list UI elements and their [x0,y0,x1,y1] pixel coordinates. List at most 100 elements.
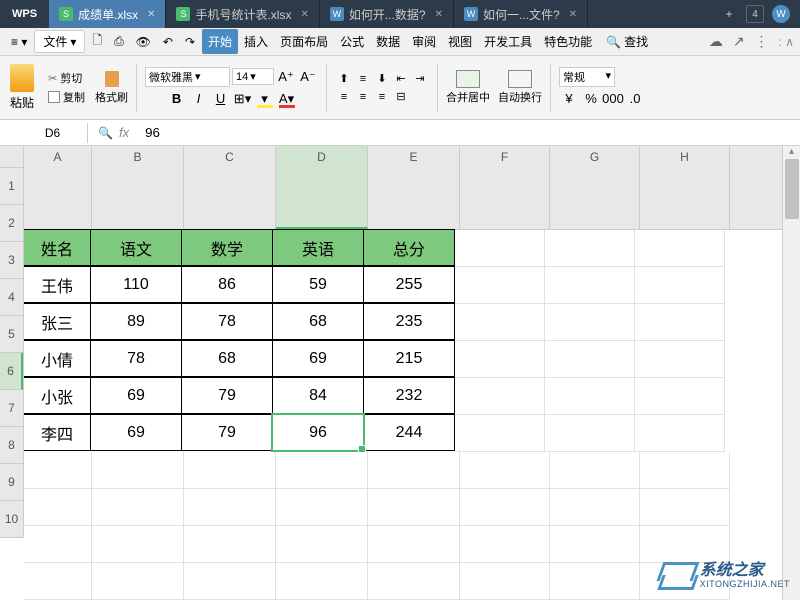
cell[interactable] [276,489,368,526]
cell[interactable]: 215 [363,340,455,377]
cell[interactable]: 语文 [90,229,182,266]
cell[interactable] [92,563,184,600]
cell[interactable]: 235 [363,303,455,340]
cell[interactable]: 86 [181,266,273,303]
document-tab[interactable]: W如何开...数据?✕ [320,0,454,28]
new-tab-button[interactable]: + [720,5,738,23]
cell[interactable] [635,378,725,415]
cell[interactable] [24,563,92,600]
print-icon[interactable]: ⎙ [109,31,129,52]
cell[interactable] [455,267,545,304]
cell[interactable]: 69 [90,414,182,451]
column-header[interactable]: G [550,146,640,229]
ribbon-tab[interactable]: 开始 [202,29,238,54]
cell[interactable] [184,526,276,563]
close-tab-icon[interactable]: ✕ [569,9,577,20]
row-header[interactable]: 1 [0,168,23,205]
cell[interactable] [545,267,635,304]
close-tab-icon[interactable]: ✕ [435,9,443,20]
cell[interactable] [550,489,640,526]
row-header[interactable]: 3 [0,242,23,279]
cell[interactable] [368,489,460,526]
row-header[interactable]: 6 [0,353,23,390]
ribbon-tab[interactable]: 视图 [442,29,478,54]
cell[interactable] [24,489,92,526]
cell[interactable]: 69 [272,340,364,377]
ribbon-tab[interactable]: 页面布局 [274,29,334,54]
row-header[interactable]: 9 [0,464,23,501]
scrollbar-thumb[interactable] [785,159,799,219]
cell[interactable] [460,489,550,526]
font-size-select[interactable]: 14▾ [232,68,274,85]
cell[interactable] [368,452,460,489]
column-header[interactable]: H [640,146,730,229]
cell[interactable] [545,415,635,452]
cell[interactable] [545,341,635,378]
cell[interactable] [184,563,276,600]
wps-account-icon[interactable]: W [772,5,790,23]
ribbon-tab[interactable]: 公式 [334,29,370,54]
file-menu[interactable]: 文件 ▾ [34,30,85,53]
decrease-font-icon[interactable]: A⁻ [298,67,318,87]
select-all-corner[interactable] [0,146,24,168]
indent-decrease-icon[interactable]: ⇤ [392,71,410,87]
ribbon-tab[interactable]: 数据 [370,29,406,54]
cell[interactable]: 255 [363,266,455,303]
column-header[interactable]: A [24,146,92,229]
merge-center-button[interactable]: 合并居中 [446,70,490,105]
share-icon[interactable]: ↗ [733,33,745,50]
align-bottom-icon[interactable]: ⬇ [373,71,391,87]
column-header[interactable]: E [368,146,460,229]
font-color-button[interactable]: A▾ [277,89,297,109]
align-middle-icon[interactable]: ≡ [354,71,372,87]
cell[interactable] [460,526,550,563]
ribbon-tab[interactable]: 特色功能 [538,29,598,54]
cell[interactable] [24,526,92,563]
row-header[interactable]: 2 [0,205,23,242]
cell[interactable]: 96 [272,414,364,451]
font-name-select[interactable]: 微软雅黑▾ [145,67,230,87]
cell[interactable] [455,341,545,378]
cell-grid[interactable]: 姓名语文数学英语总分王伟1108659255张三897868235小倩78686… [24,230,782,600]
align-center-icon[interactable]: ≡ [354,89,372,105]
column-header[interactable]: F [460,146,550,229]
cell[interactable] [455,415,545,452]
zoom-icon[interactable]: 🔍 [98,126,113,140]
cloud-sync-icon[interactable]: ☁ [709,33,723,50]
cell[interactable]: 59 [272,266,364,303]
cell[interactable]: 244 [363,414,455,451]
cell[interactable] [640,526,730,563]
vertical-scrollbar[interactable]: ▴ [782,146,800,600]
column-header[interactable]: B [92,146,184,229]
cell[interactable] [460,563,550,600]
preview-icon[interactable]: 👁 [131,32,156,52]
cell[interactable]: 英语 [272,229,364,266]
merge-across-icon[interactable]: ⊟ [392,89,410,105]
cell[interactable]: 小倩 [24,340,91,377]
more-icon[interactable]: ⋮ [755,33,769,50]
cell[interactable] [545,304,635,341]
cell[interactable]: 79 [181,414,273,451]
copy-button[interactable]: 复制 [46,88,87,106]
cell[interactable]: 总分 [363,229,455,266]
cell[interactable]: 68 [181,340,273,377]
cell[interactable] [550,526,640,563]
cell[interactable] [276,563,368,600]
app-menu-icon[interactable]: ≡ ▾ [6,32,32,52]
document-tab[interactable]: W如何一...文件?✕ [454,0,588,28]
align-right-icon[interactable]: ≡ [373,89,391,105]
cell[interactable] [368,563,460,600]
cell[interactable]: 110 [90,266,182,303]
cell[interactable]: 数学 [181,229,273,266]
row-header[interactable]: 4 [0,279,23,316]
bold-button[interactable]: B [167,89,187,109]
cell[interactable]: 232 [363,377,455,414]
row-header[interactable]: 7 [0,390,23,427]
format-painter-button[interactable]: 格式刷 [95,71,128,105]
align-left-icon[interactable]: ≡ [335,89,353,105]
cell[interactable] [276,526,368,563]
cell[interactable]: 79 [181,377,273,414]
save-icon[interactable]: 🗋 [87,28,107,55]
cell[interactable]: 张三 [24,303,91,340]
column-header[interactable]: D [276,146,368,229]
